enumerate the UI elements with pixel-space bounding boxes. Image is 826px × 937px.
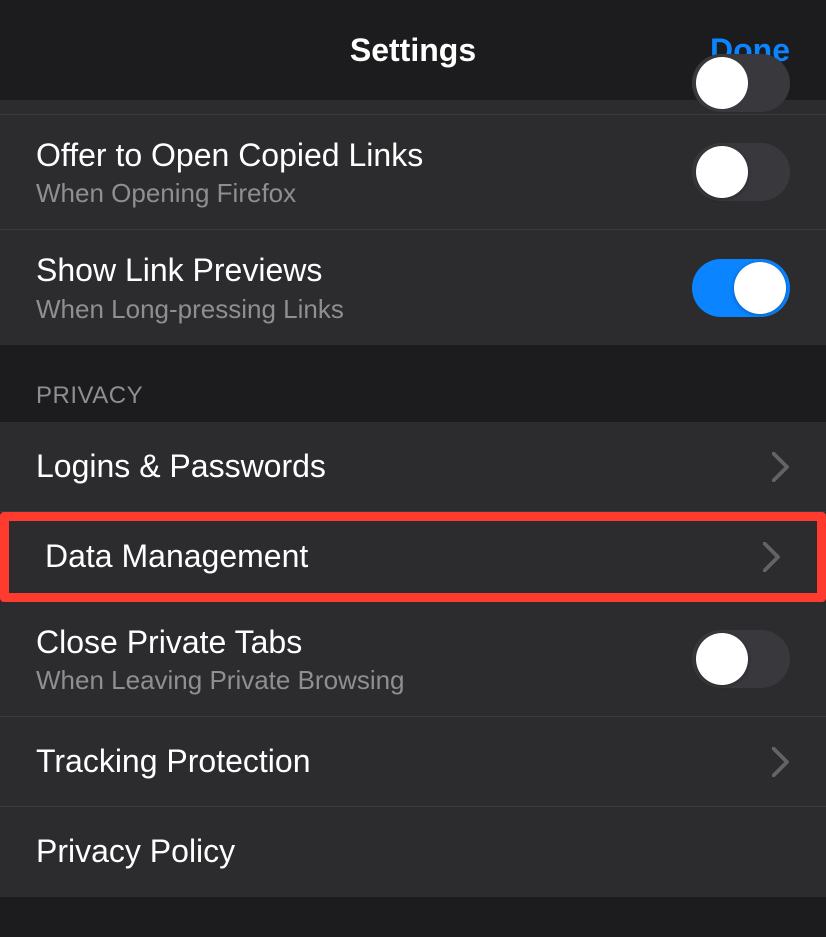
offer-copied-links-toggle[interactable] <box>692 143 790 201</box>
tracking-protection-row[interactable]: Tracking Protection <box>0 717 826 807</box>
data-management-title: Data Management <box>45 536 763 578</box>
partial-row-top <box>0 100 826 115</box>
privacy-policy-title: Privacy Policy <box>36 831 790 873</box>
logins-passwords-row[interactable]: Logins & Passwords <box>0 422 826 512</box>
privacy-section-label: PRIVACY <box>36 382 143 410</box>
privacy-section-header: PRIVACY <box>0 345 826 422</box>
show-link-previews-title: Show Link Previews <box>36 250 692 292</box>
privacy-policy-row[interactable]: Privacy Policy <box>0 807 826 897</box>
chevron-right-icon <box>763 542 781 572</box>
offer-copied-links-row[interactable]: Offer to Open Copied Links When Opening … <box>0 115 826 230</box>
offer-copied-links-title: Offer to Open Copied Links <box>36 135 692 177</box>
show-link-previews-row[interactable]: Show Link Previews When Long-pressing Li… <box>0 230 826 345</box>
tracking-protection-title: Tracking Protection <box>36 741 772 783</box>
partial-toggle[interactable] <box>692 54 790 112</box>
show-link-previews-subtitle: When Long-pressing Links <box>36 294 692 325</box>
close-private-tabs-subtitle: When Leaving Private Browsing <box>36 665 692 696</box>
close-private-tabs-title: Close Private Tabs <box>36 622 692 664</box>
data-management-row[interactable]: Data Management <box>0 512 826 602</box>
logins-passwords-title: Logins & Passwords <box>36 446 772 488</box>
close-private-tabs-toggle[interactable] <box>692 630 790 688</box>
show-link-previews-toggle[interactable] <box>692 259 790 317</box>
page-title: Settings <box>350 32 476 69</box>
chevron-right-icon <box>772 747 790 777</box>
chevron-right-icon <box>772 452 790 482</box>
offer-copied-links-subtitle: When Opening Firefox <box>36 178 692 209</box>
bottom-spacer <box>0 897 826 937</box>
close-private-tabs-row[interactable]: Close Private Tabs When Leaving Private … <box>0 602 826 717</box>
